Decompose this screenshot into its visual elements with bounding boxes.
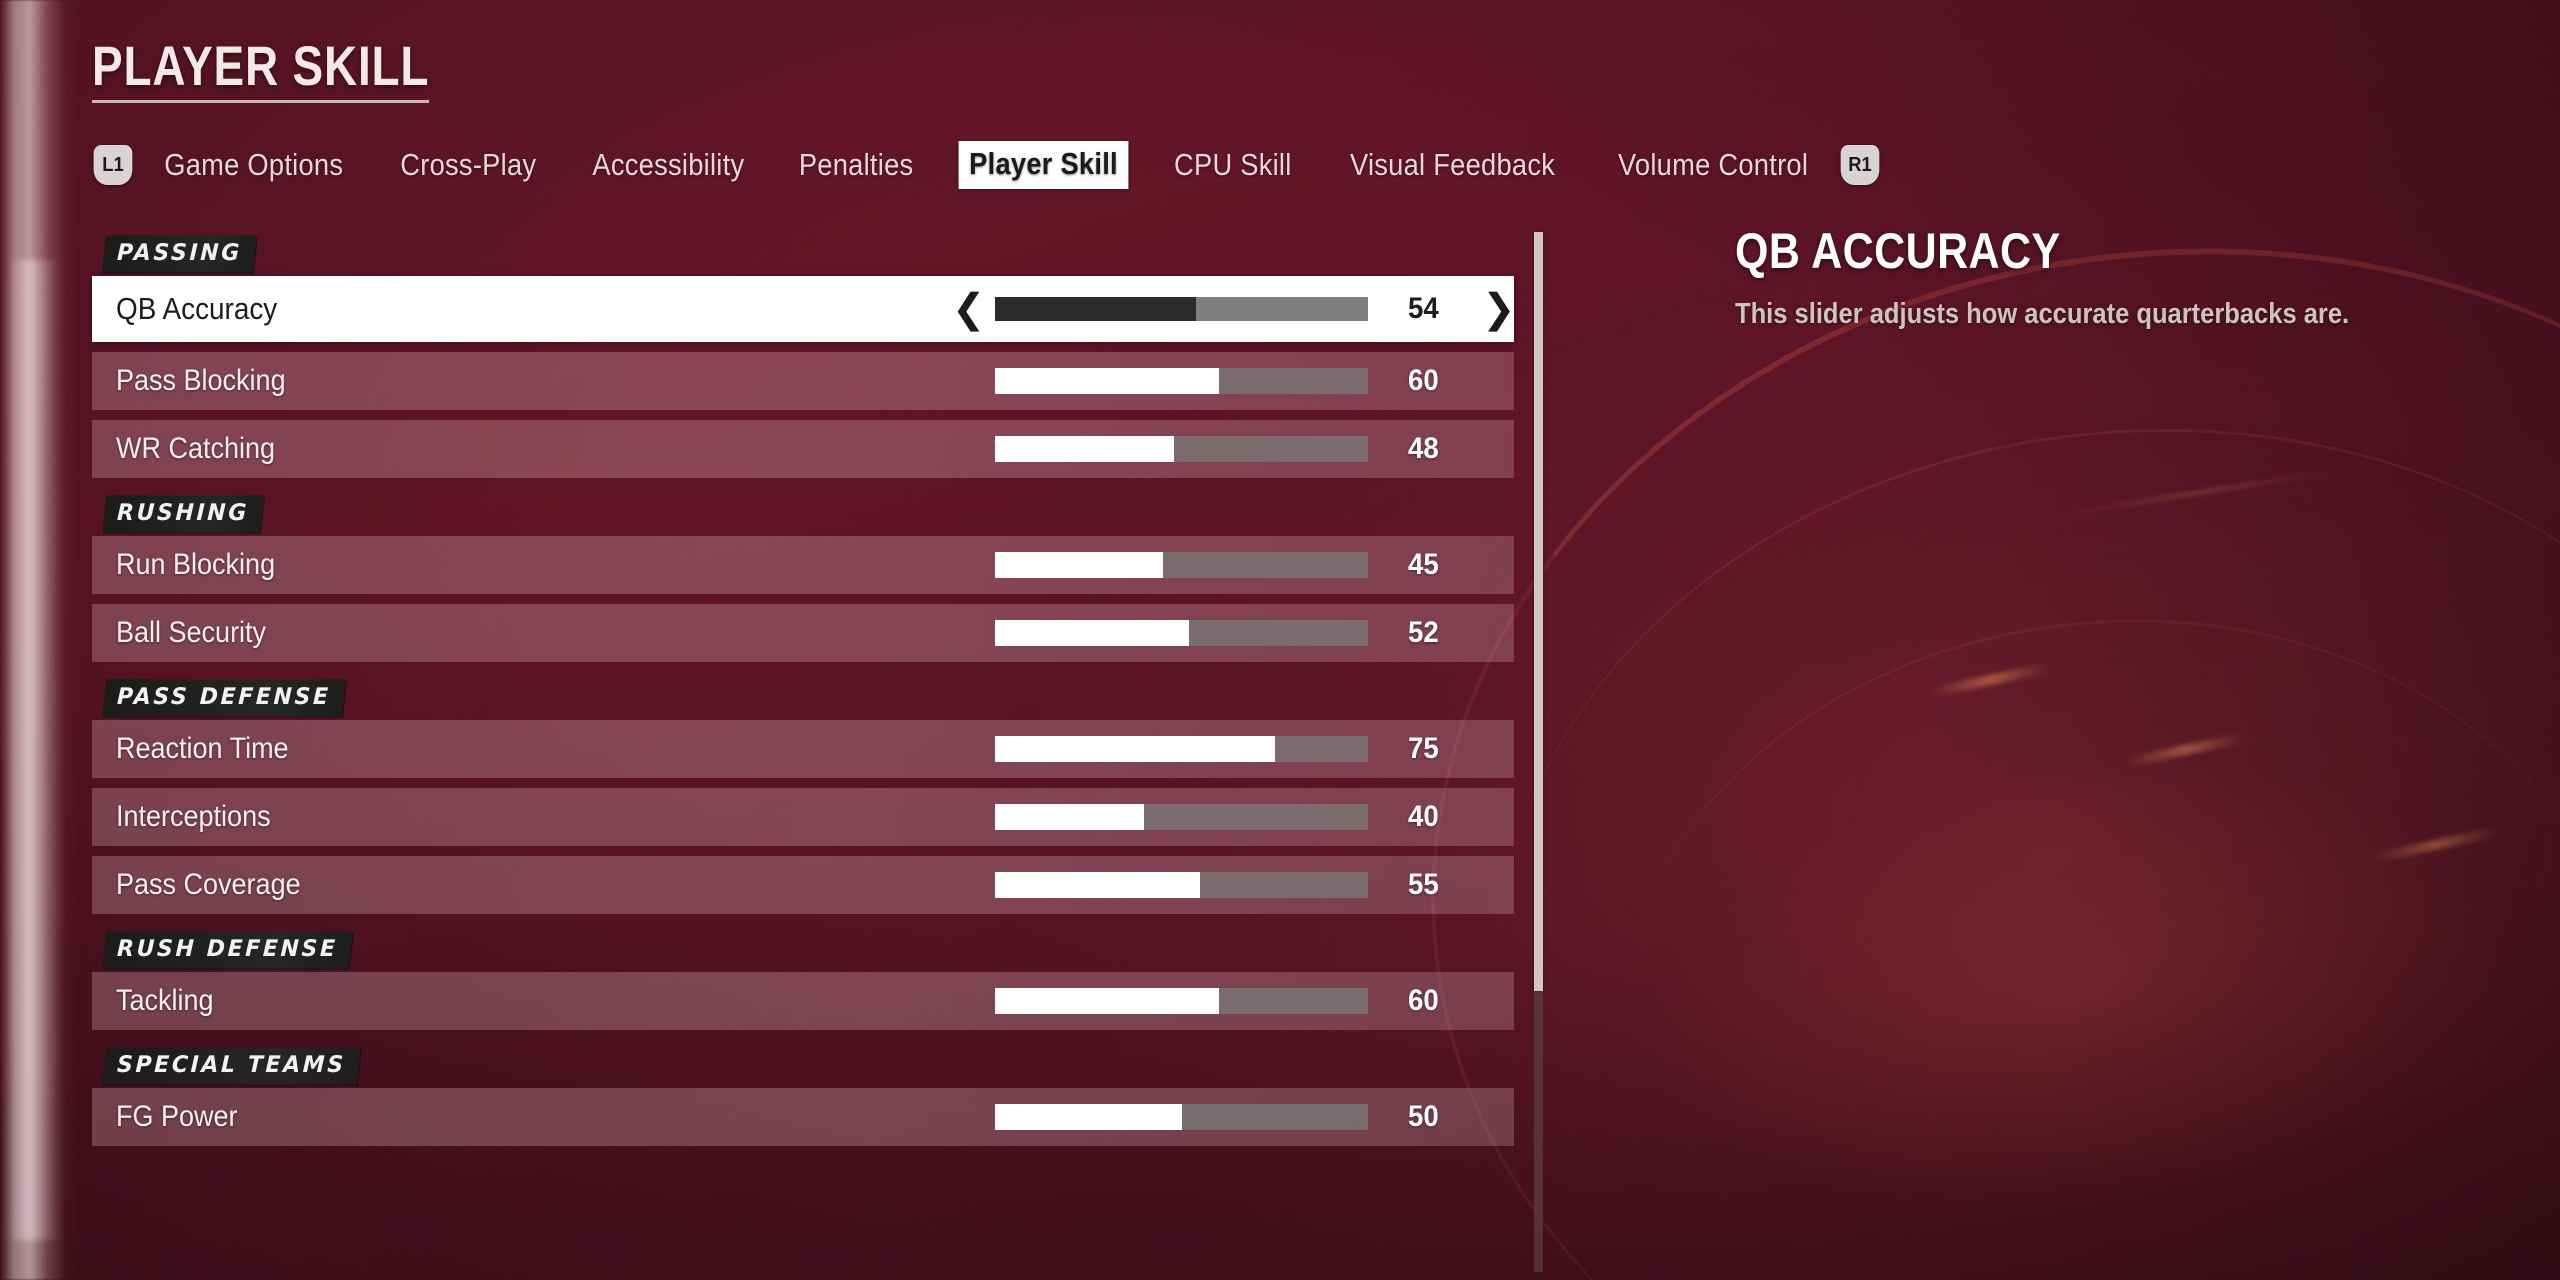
slider-row[interactable]: Run Blocking 45 bbox=[92, 536, 1514, 594]
stadium-light-bar bbox=[1930, 662, 2050, 698]
slider-track[interactable] bbox=[995, 620, 1368, 646]
slider-value: 75 bbox=[1408, 732, 1439, 765]
slider-label: Pass Coverage bbox=[116, 868, 301, 901]
tab-cross-play[interactable]: Cross-Play bbox=[392, 143, 546, 187]
section-header-label: RUSHING bbox=[116, 500, 250, 527]
slider-value: 45 bbox=[1408, 548, 1439, 581]
slider-row[interactable]: Reaction Time 75 bbox=[92, 720, 1514, 778]
slider-track[interactable] bbox=[995, 872, 1368, 898]
tab-accessibility[interactable]: Accessibility bbox=[584, 143, 754, 187]
slider-label: QB Accuracy bbox=[116, 291, 278, 326]
slider-value: 60 bbox=[1408, 364, 1439, 397]
slider-label: Tackling bbox=[116, 984, 214, 1017]
tab-player-skill[interactable]: Player Skill bbox=[958, 141, 1129, 189]
slider-row[interactable]: Interceptions 40 bbox=[92, 788, 1514, 846]
slider-value: 52 bbox=[1408, 616, 1439, 649]
slider-fill bbox=[995, 736, 1275, 762]
slider-list: PASSING QB Accuracy ❮ ❯ 54 Pass Blocking 60 WR … bbox=[92, 228, 1516, 1156]
slider-fill bbox=[995, 297, 1197, 321]
slider-row[interactable]: WR Catching 48 bbox=[92, 420, 1514, 478]
slider-row[interactable]: Pass Coverage 55 bbox=[92, 856, 1514, 914]
section-header-passing: PASSING bbox=[102, 235, 257, 273]
slider-fill bbox=[995, 988, 1219, 1014]
slider-label: FG Power bbox=[116, 1100, 238, 1133]
slider-value: 48 bbox=[1408, 432, 1439, 465]
section-header-label: PASS DEFENSE bbox=[116, 684, 332, 711]
stadium-light-bar bbox=[2370, 826, 2500, 864]
list-scrollbar-thumb[interactable] bbox=[1534, 232, 1543, 992]
slider-label: Ball Security bbox=[116, 616, 267, 649]
tab-penalties[interactable]: Penalties bbox=[790, 143, 922, 187]
slider-value: 50 bbox=[1408, 1100, 1439, 1133]
list-scrollbar[interactable] bbox=[1534, 232, 1543, 1272]
slider-row[interactable]: Pass Blocking 60 bbox=[92, 352, 1514, 410]
prev-tab-shoulder-button-l1[interactable]: L1 bbox=[93, 145, 133, 185]
game-settings-screen: PLAYER SKILL L1 Game Options Cross-Play Ac… bbox=[0, 0, 2560, 1280]
settings-tab-bar: L1 Game Options Cross-Play Accessibility Pe… bbox=[92, 140, 1881, 190]
stadium-bowl-arc-outer bbox=[1368, 175, 2560, 1280]
next-tab-shoulder-button-r1[interactable]: R1 bbox=[1840, 145, 1880, 185]
page-title: PLAYER SKILL bbox=[92, 38, 430, 103]
section-header-rush-defense: RUSH DEFENSE bbox=[102, 931, 353, 969]
slider-row[interactable]: FG Power 50 bbox=[92, 1088, 1514, 1146]
tab-game-options[interactable]: Game Options bbox=[155, 143, 352, 187]
section-header-label: SPECIAL TEAMS bbox=[116, 1052, 347, 1079]
slider-track[interactable] bbox=[995, 368, 1368, 394]
slider-fill bbox=[995, 436, 1175, 462]
slider-fill bbox=[995, 552, 1163, 578]
slider-decrement-chevron-icon[interactable]: ❮ bbox=[952, 289, 986, 329]
stadium-light-bar bbox=[2125, 732, 2245, 768]
tab-cpu-skill[interactable]: CPU Skill bbox=[1165, 143, 1300, 187]
slider-track[interactable] bbox=[995, 297, 1368, 321]
stadium-field-glow bbox=[1626, 719, 2524, 1251]
slider-track[interactable] bbox=[995, 988, 1368, 1014]
detail-panel: QB ACCURACY This slider adjusts how accu… bbox=[1735, 222, 2495, 331]
slider-value: 60 bbox=[1408, 984, 1439, 1017]
slider-label: Pass Blocking bbox=[116, 364, 286, 397]
section-header-special-teams: SPECIAL TEAMS bbox=[102, 1047, 361, 1085]
section-header-rushing: RUSHING bbox=[102, 495, 264, 533]
section-header-label: RUSH DEFENSE bbox=[116, 936, 339, 963]
slider-value: 55 bbox=[1408, 868, 1439, 901]
slider-fill bbox=[995, 620, 1189, 646]
slider-row[interactable]: QB Accuracy ❮ ❯ 54 bbox=[92, 276, 1516, 342]
slider-fill bbox=[995, 872, 1201, 898]
stadium-bowl-arc-mid bbox=[1457, 376, 2560, 1280]
detail-title: QB ACCURACY bbox=[1735, 223, 2061, 279]
stadium-bowl-arc-inner bbox=[1593, 586, 2560, 1280]
detail-description: This slider adjusts how accurate quarter… bbox=[1735, 298, 2350, 330]
tab-volume-control[interactable]: Volume Control bbox=[1609, 143, 1817, 187]
slider-label: WR Catching bbox=[116, 432, 276, 465]
tab-visual-feedback[interactable]: Visual Feedback bbox=[1341, 143, 1564, 187]
slider-increment-chevron-icon[interactable]: ❯ bbox=[1482, 289, 1516, 329]
slider-track[interactable] bbox=[995, 436, 1368, 462]
slider-label: Run Blocking bbox=[116, 548, 276, 581]
slider-value: 54 bbox=[1408, 292, 1439, 325]
slider-track[interactable] bbox=[995, 552, 1368, 578]
section-header-label: PASSING bbox=[116, 240, 243, 267]
left-edge-light-streak bbox=[0, 0, 78, 1280]
slider-track[interactable] bbox=[995, 804, 1368, 830]
slider-row[interactable]: Ball Security 52 bbox=[92, 604, 1514, 662]
slider-fill bbox=[995, 804, 1145, 830]
slider-fill bbox=[995, 1104, 1182, 1130]
tab-list: Game Options Cross-Play Accessibility Penal… bbox=[134, 141, 1839, 189]
slider-value: 40 bbox=[1408, 800, 1439, 833]
slider-label: Reaction Time bbox=[116, 732, 289, 765]
left-edge-light-streak-inner bbox=[8, 260, 60, 1240]
slider-track[interactable] bbox=[995, 736, 1368, 762]
stadium-light-bar bbox=[2061, 468, 2339, 517]
slider-row[interactable]: Tackling 60 bbox=[92, 972, 1514, 1030]
slider-label: Interceptions bbox=[116, 800, 271, 833]
section-header-pass-defense: PASS DEFENSE bbox=[102, 679, 346, 717]
slider-track[interactable] bbox=[995, 1104, 1368, 1130]
slider-fill bbox=[995, 368, 1219, 394]
